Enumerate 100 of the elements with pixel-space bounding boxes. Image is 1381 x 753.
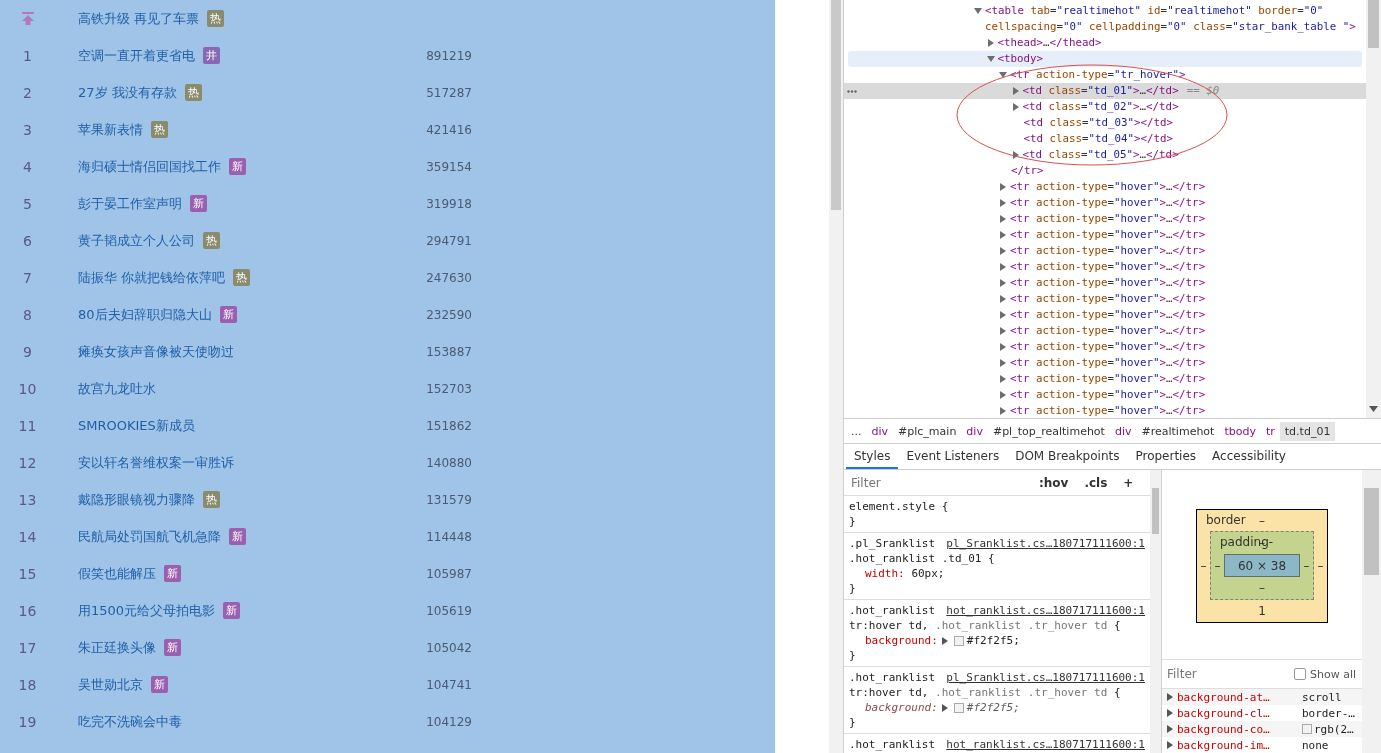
topic-link[interactable]: 用1500元给父母拍电影 — [78, 601, 216, 620]
breadcrumb-item[interactable]: div — [1109, 421, 1137, 441]
topic-link[interactable]: 瘫痪女孩声音像被天使吻过 — [78, 342, 234, 361]
topic-link[interactable]: 吃完不洗碗会中毒 — [78, 712, 182, 731]
color-swatch[interactable] — [1302, 724, 1312, 735]
topic-link[interactable]: 吴世勋北京 — [78, 675, 143, 694]
collapsed-arrow-icon[interactable] — [999, 279, 1007, 287]
breadcrumb-item[interactable]: #plc_main — [893, 421, 962, 441]
dom-node-row[interactable]: <tr action-type="hover">…</tr> — [848, 323, 1362, 339]
scrollbar-thumb[interactable] — [1368, 0, 1379, 48]
panel-tab[interactable]: DOM Breakpoints — [1007, 444, 1128, 469]
panel-tab[interactable]: Styles — [846, 444, 899, 469]
collapsed-arrow-icon[interactable] — [999, 199, 1007, 207]
collapsed-arrow-icon[interactable] — [999, 311, 1007, 319]
topic-link[interactable]: 故宫九龙吐水 — [78, 379, 156, 398]
topic-link[interactable]: 高铁升级 再见了车票 — [78, 9, 200, 28]
breadcrumb-item[interactable]: tr — [1260, 421, 1280, 441]
dom-node-row[interactable]: <tr action-type="hover">…</tr> — [848, 307, 1362, 323]
scrollbar-thumb[interactable] — [831, 0, 841, 210]
topic-link[interactable]: 海归硕士情侣回国找工作 — [78, 157, 221, 176]
scrollbar[interactable] — [1366, 0, 1381, 418]
expand-arrow-icon[interactable] — [941, 636, 948, 645]
dom-node-row[interactable]: <tr action-type="hover">…</tr> — [848, 291, 1362, 307]
collapsed-arrow-icon[interactable] — [999, 231, 1007, 239]
topic-link[interactable]: 戴隐形眼镜视力骤降 — [78, 490, 195, 509]
topic-link[interactable]: 陆振华 你就把钱给依萍吧 — [78, 268, 226, 287]
dom-node-row[interactable]: <tr action-type="hover">…</tr> — [848, 275, 1362, 291]
color-swatch[interactable] — [953, 635, 964, 646]
more-icon[interactable] — [847, 90, 857, 93]
topic-link[interactable]: 27岁 我没有存款 — [78, 83, 177, 102]
dom-node-row[interactable]: <tr action-type="hover">…</tr> — [848, 243, 1362, 259]
collapsed-arrow-icon[interactable] — [986, 39, 995, 47]
collapsed-arrow-icon[interactable] — [999, 391, 1007, 399]
topic-link[interactable]: 80后夫妇辞职归隐大山 — [78, 305, 212, 324]
collapsed-arrow-icon[interactable] — [999, 183, 1007, 191]
toolbar-button[interactable]: :hov — [1033, 475, 1075, 490]
dom-node-row[interactable]: <tr action-type="hover">…</tr> — [848, 403, 1362, 418]
scrollbar-thumb[interactable] — [1152, 488, 1159, 534]
dom-node-row[interactable]: <tr action-type="hover">…</tr> — [848, 371, 1362, 387]
scrollbar[interactable] — [1362, 470, 1381, 753]
dom-node-row[interactable]: <tr action-type="hover">…</tr> — [848, 179, 1362, 195]
breadcrumb-item[interactable]: div — [961, 421, 988, 441]
topic-link[interactable]: 苹果新表情 — [78, 120, 143, 139]
dom-node-row[interactable]: <tr action-type="hover">…</tr> — [848, 339, 1362, 355]
breadcrumb-item[interactable]: td.td_01 — [1279, 421, 1336, 441]
collapsed-arrow-icon[interactable] — [1011, 151, 1020, 159]
toolbar-button[interactable]: + — [1117, 475, 1140, 490]
topic-link[interactable]: 朱正廷换头像 — [78, 638, 156, 657]
expanded-arrow-icon[interactable] — [999, 71, 1007, 79]
dom-node-row[interactable]: <td class="td_05">…</td> — [848, 147, 1362, 163]
dom-node-row[interactable]: <tr action-type="hover">…</tr> — [848, 227, 1362, 243]
scrollbar[interactable] — [1150, 470, 1162, 753]
dom-node-row[interactable]: <tr action-type="hover">…</tr> — [848, 195, 1362, 211]
breadcrumb-item[interactable]: #pl_top_realtimehot — [987, 421, 1110, 441]
breadcrumb-item[interactable]: #realtimehot — [1136, 421, 1220, 441]
collapsed-arrow-icon[interactable] — [1011, 87, 1020, 95]
dom-node-row[interactable]: <tr action-type="hover">…</tr> — [848, 355, 1362, 371]
color-swatch[interactable] — [953, 702, 964, 713]
stylesheet-link[interactable]: pl_Sranklist.cs…180717111600:1 — [946, 536, 1145, 551]
stylesheet-link[interactable]: hot_ranklist.cs…180717111600:1 — [946, 603, 1145, 618]
collapsed-arrow-icon[interactable] — [999, 359, 1007, 367]
scrollbar[interactable] — [829, 0, 843, 753]
scrollbar-thumb[interactable] — [1364, 488, 1379, 575]
dom-node-row[interactable]: <table tab="realtimehot" id="realtimehot" border="0" cellspacing="0" cellpadding="0" class="star_bank_table "> — [848, 3, 1362, 35]
collapsed-arrow-icon[interactable] — [999, 263, 1007, 271]
topic-link[interactable]: 安以轩名誉维权案一审胜诉 — [78, 453, 234, 472]
topic-link[interactable]: 彭于晏工作室声明 — [78, 194, 182, 213]
collapsed-arrow-icon[interactable] — [1011, 103, 1020, 111]
dom-node-row[interactable]: <td class="td_03"></td> — [848, 115, 1362, 131]
dom-node-row[interactable]: <tr action-type="hover">…</tr> — [848, 259, 1362, 275]
topic-link[interactable]: 空调一直开着更省电 — [78, 46, 195, 65]
expanded-arrow-icon[interactable] — [986, 55, 995, 63]
dom-node-row[interactable]: <tr action-type="hover">…</tr> — [848, 387, 1362, 403]
topic-link[interactable]: 黄子韬成立个人公司 — [78, 231, 195, 250]
dom-node-row[interactable]: <tbody> — [848, 51, 1362, 67]
breadcrumb-item[interactable]: div — [866, 421, 894, 441]
dom-node-row[interactable]: <tr action-type="hover">…</tr> — [848, 211, 1362, 227]
breadcrumb-item[interactable]: ... — [846, 421, 867, 441]
dom-node-row[interactable]: <tr action-type="tr_hover"> — [848, 67, 1362, 83]
computed-property[interactable]: background-at… scroll — [1162, 689, 1362, 706]
dom-node-row[interactable]: <thead>…</thead> — [848, 35, 1362, 51]
expand-arrow-icon[interactable] — [941, 703, 948, 712]
breadcrumb-item[interactable]: tbody — [1219, 421, 1261, 441]
collapsed-arrow-icon[interactable] — [999, 247, 1007, 255]
collapsed-arrow-icon[interactable] — [999, 327, 1007, 335]
collapsed-arrow-icon[interactable] — [999, 375, 1007, 383]
scroll-down-arrow-icon[interactable] — [1369, 406, 1378, 412]
toolbar-button[interactable]: .cls — [1078, 475, 1114, 490]
collapsed-arrow-icon[interactable] — [999, 407, 1007, 415]
computed-property[interactable]: background-co… rgb(2… — [1162, 721, 1362, 738]
stylesheet-link[interactable]: hot_ranklist.cs…180717111600:1 — [946, 737, 1145, 752]
collapsed-arrow-icon[interactable] — [999, 295, 1007, 303]
show-all-checkbox[interactable]: Show all — [1293, 667, 1356, 681]
stylesheet-link[interactable]: pl_Sranklist.cs…180717111600:1 — [946, 670, 1145, 685]
topic-link[interactable]: 假笑也能解压 — [78, 564, 156, 583]
expanded-arrow-icon[interactable] — [974, 7, 982, 15]
panel-tab[interactable]: Properties — [1127, 444, 1205, 469]
collapsed-arrow-icon[interactable] — [999, 343, 1007, 351]
topic-link[interactable]: SMROOKIES新成员 — [78, 416, 195, 435]
panel-tab[interactable]: Accessibility — [1204, 444, 1294, 469]
